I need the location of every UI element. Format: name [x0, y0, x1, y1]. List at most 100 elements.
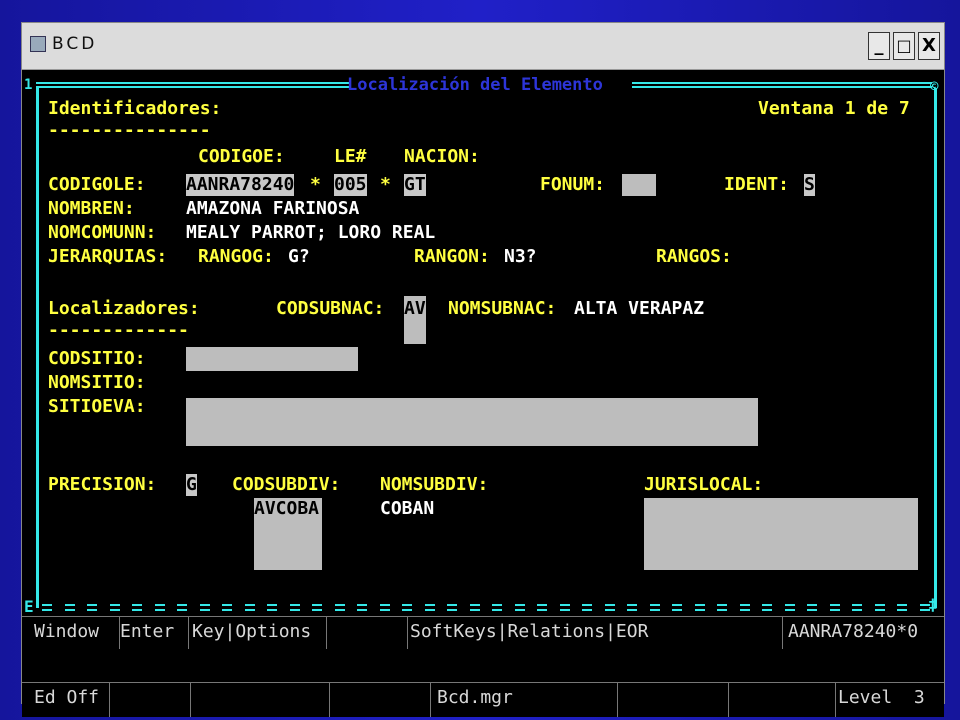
divider-dash — [109, 604, 120, 606]
divider-dash — [42, 604, 52, 606]
divider-dash — [334, 609, 345, 611]
divider-dash — [199, 604, 210, 606]
frame-top-right — [632, 82, 932, 84]
nomsubnac-value[interactable]: ALTA VERAPAZ — [574, 298, 704, 320]
menu-window[interactable]: Window — [22, 617, 120, 649]
divider-dash — [784, 604, 795, 606]
divider-dash — [447, 604, 457, 606]
divider-dash — [492, 604, 502, 606]
divider-dash — [604, 609, 615, 611]
divider-dash — [852, 609, 862, 611]
divider-dash — [222, 609, 232, 611]
title-bar[interactable]: BCD _ □ X — [22, 23, 944, 70]
label-codsubnac: CODSUBNAC: — [276, 298, 385, 319]
divider-dash — [897, 604, 907, 606]
divider-dash — [627, 609, 637, 611]
codsitio-field[interactable] — [186, 347, 358, 371]
divider-dash — [514, 604, 525, 606]
label-sitioeva: SITIOEVA: — [48, 396, 146, 417]
divider-dash — [222, 604, 232, 606]
precision-field[interactable]: G — [186, 474, 197, 496]
divider-dash — [447, 609, 457, 611]
frame-top-left-2 — [36, 86, 350, 88]
divider-dash — [402, 609, 412, 611]
frame-corner-tl: 1 — [24, 77, 33, 93]
label-le: LE# — [334, 146, 367, 167]
divider-dash — [267, 609, 277, 611]
codsubnac-field[interactable]: AV — [404, 296, 426, 344]
divider-dash — [649, 604, 660, 606]
app-icon[interactable] — [30, 36, 46, 52]
divider-dash — [42, 609, 52, 611]
menu-bar: Window Enter Key|Options SoftKeys|Relati… — [22, 616, 944, 649]
divider-dash — [87, 604, 97, 606]
label-rangog: RANGOG: — [198, 246, 274, 267]
label-jerarquias: JERARQUIAS: — [48, 246, 168, 267]
menu-enter[interactable]: Enter — [120, 617, 189, 649]
divider-dash — [762, 604, 772, 606]
fonum-field[interactable] — [622, 174, 656, 196]
divider-dash — [829, 609, 840, 611]
divider-dash — [717, 604, 727, 606]
divider-dash — [627, 604, 637, 606]
divider-dash — [87, 609, 97, 611]
label-nomsubnac: NOMSUBNAC: — [448, 298, 557, 319]
menu-softkeys-relations-eor[interactable]: SoftKeys|Relations|EOR — [410, 617, 783, 649]
divider-dash — [312, 604, 322, 606]
status-cell-3 — [191, 683, 330, 717]
divider-dash — [874, 604, 885, 606]
nombren-value[interactable]: AMAZONA FARINOSA — [186, 198, 359, 220]
frame-left — [36, 88, 39, 608]
separator-1: * — [310, 174, 321, 195]
divider-dash — [357, 609, 367, 611]
section-localizadores: Localizadores: — [48, 298, 200, 319]
divider-dash — [537, 609, 547, 611]
menu-key-options[interactable]: Key|Options — [192, 617, 327, 649]
divider-dash — [469, 609, 480, 611]
divider-dash — [582, 604, 592, 606]
codsubdiv-field[interactable]: AVCOBA — [254, 498, 322, 570]
status-file: Bcd.mgr — [431, 683, 618, 717]
nomcomunn-value[interactable]: MEALY PARROT; LORO REAL — [186, 222, 435, 244]
divider-dash — [604, 604, 615, 606]
window-counter: Ventana 1 de 7 — [758, 98, 910, 119]
label-codsitio: CODSITIO: — [48, 348, 146, 369]
le-field[interactable]: 005 — [334, 174, 367, 196]
nacion-field[interactable]: GT — [404, 174, 426, 196]
divider-dash — [244, 604, 255, 606]
rangon-value[interactable]: N3? — [504, 246, 537, 268]
minimize-button[interactable]: _ — [868, 32, 890, 60]
frame-right — [934, 88, 937, 608]
ident-field[interactable]: S — [804, 174, 815, 196]
screen-title: Localización del Elemento — [347, 75, 603, 95]
divider-dash — [289, 604, 300, 606]
divider-dash — [739, 604, 750, 606]
separator-2: * — [380, 174, 391, 195]
label-nomsitio: NOMSITIO: — [48, 372, 146, 393]
divider-dash — [649, 609, 660, 611]
jurislocal-field[interactable] — [644, 498, 918, 570]
rangog-value[interactable]: G? — [288, 246, 310, 268]
codigoe-field[interactable]: AANRA78240 — [186, 174, 295, 196]
maximize-button[interactable]: □ — [893, 32, 915, 60]
label-fonum: FONUM: — [540, 174, 606, 195]
close-button[interactable]: X — [918, 32, 940, 60]
frame-top-left — [36, 82, 350, 84]
sitioeva-field[interactable] — [186, 398, 758, 446]
divider-dash — [379, 609, 390, 611]
divider-dash — [672, 604, 682, 606]
window-title: BCD — [52, 34, 98, 54]
divider-dash — [402, 604, 412, 606]
divider-dash — [717, 609, 727, 611]
nomsubdiv-value[interactable]: COBAN — [380, 498, 434, 520]
label-rangos: RANGOS: — [656, 246, 732, 267]
terminal-screen: 1 © Localización del Elemento Identifica… — [22, 70, 944, 717]
divider-dash — [244, 609, 255, 611]
status-ed-off: Ed Off — [22, 683, 110, 717]
section-underline: --------------- — [48, 120, 211, 141]
divider-dash — [762, 609, 772, 611]
status-level: Level 3 — [838, 687, 925, 708]
label-precision: PRECISION: — [48, 474, 157, 495]
divider-dash — [559, 609, 570, 611]
status-bar: Ed Off Bcd.mgr Level 3 — [22, 682, 944, 717]
